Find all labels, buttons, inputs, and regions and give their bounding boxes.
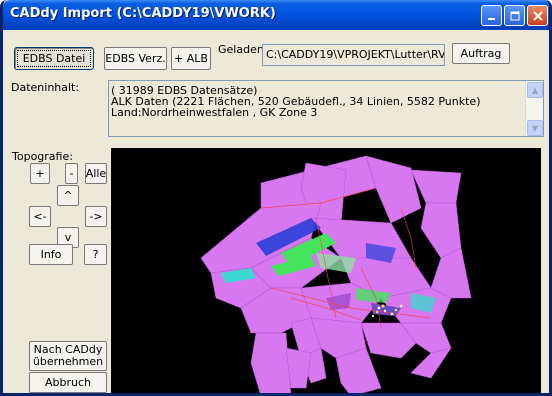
help-button[interactable]: ? <box>84 244 107 265</box>
close-button[interactable] <box>527 5 548 26</box>
info-button[interactable]: Info <box>29 244 73 265</box>
abbruch-button[interactable]: Abbruch <box>29 372 107 393</box>
scroll-up-button[interactable]: ▲ <box>527 82 543 98</box>
zoom-all-button[interactable]: Alle <box>85 163 107 184</box>
import-dialog-window: CADdy Import (C:\CADDY19\VWORK) EDBS Dat… <box>0 0 552 396</box>
minimize-icon <box>487 17 495 20</box>
auftrag-button[interactable]: Auftrag <box>452 43 510 64</box>
edbs-datei-button[interactable]: EDBS Datei <box>14 47 94 70</box>
edbs-verz-button[interactable]: EDBS Verz. <box>104 47 167 70</box>
dateninhalt-scrollbar[interactable]: ▲ ▼ <box>525 81 543 136</box>
title-bar[interactable]: CADdy Import (C:\CADDY19\VWORK) <box>3 0 549 30</box>
window-title: CADdy Import (C:\CADDY19\VWORK) <box>10 6 276 21</box>
pan-up-button[interactable]: ^ <box>57 185 79 206</box>
chevron-up-icon: ▲ <box>531 85 539 95</box>
zoom-out-button[interactable]: - <box>65 163 78 184</box>
maximize-icon <box>510 11 519 20</box>
pan-right-button[interactable]: -> <box>85 206 107 227</box>
minimize-button[interactable] <box>481 5 502 26</box>
dateninhalt-line-3: Land:Nordrheinwestfalen , GK Zone 3 <box>111 106 318 119</box>
topografie-label: Topografie: <box>12 150 73 163</box>
geladen-label: Geladen: <box>218 43 268 56</box>
dateninhalt-textbox[interactable]: ( 31989 EDBS Datensätze) ALK Daten (2221… <box>108 80 544 137</box>
close-icon <box>532 10 543 21</box>
topography-map-drawing <box>200 155 472 393</box>
add-alb-button[interactable]: + ALB <box>171 47 211 70</box>
dateninhalt-label: Dateninhalt: <box>11 81 80 94</box>
scroll-down-button[interactable]: ▼ <box>527 120 543 136</box>
pan-left-button[interactable]: <- <box>29 206 51 227</box>
nach-caddy-uebernehmen-button[interactable]: Nach CADdy übernehmen <box>29 341 107 371</box>
topography-map-canvas[interactable] <box>111 148 541 393</box>
geladen-path-field[interactable]: C:\CADDY19\VPROJEKT\Lutter\RVF <box>262 44 445 66</box>
maximize-button[interactable] <box>504 5 525 26</box>
zoom-in-button[interactable]: + <box>30 163 50 184</box>
chevron-down-icon: ▼ <box>531 123 539 133</box>
